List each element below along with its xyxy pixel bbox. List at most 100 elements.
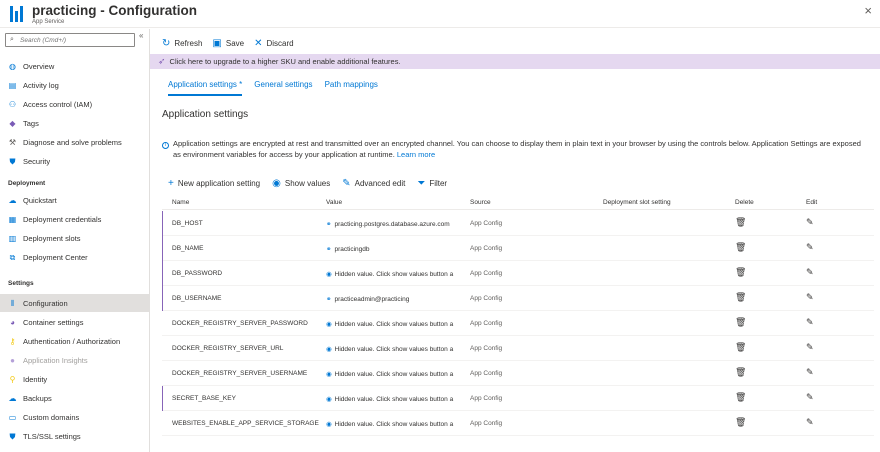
link-icon: ⚭	[326, 221, 332, 228]
setting-value-cell[interactable]: ◉ Hidden value. Click show values button …	[326, 345, 453, 353]
sidebar-item-tls-ssl-settings[interactable]: ⛊ TLS/SSL settings	[0, 427, 150, 445]
search-box[interactable]: ⌕	[5, 33, 135, 47]
tag-icon: ◆	[9, 118, 16, 128]
delete-icon[interactable]: 🗑	[735, 392, 746, 403]
edit-icon[interactable]: ✎	[806, 367, 814, 378]
delete-icon[interactable]: 🗑	[735, 292, 746, 303]
advanced-edit-button[interactable]: ✎ Advanced edit	[342, 178, 405, 189]
setting-name[interactable]: DOCKER_REGISTRY_SERVER_URL	[172, 345, 283, 352]
filter-label: Filter	[429, 179, 448, 188]
setting-value-cell[interactable]: ◉ Hidden value. Click show values button …	[326, 395, 453, 403]
edit-icon[interactable]: ✎	[806, 267, 814, 278]
show-values-label: Show values	[284, 179, 331, 188]
sidebar-item-access-control-iam[interactable]: ⚇ Access control (IAM)	[0, 95, 150, 113]
sidebar-item-overview[interactable]: ◍ Overview	[0, 57, 150, 75]
search-input[interactable]	[20, 35, 132, 45]
setting-value-cell[interactable]: ◉ Hidden value. Click show values button …	[326, 420, 453, 428]
col-slot-setting[interactable]: Deployment slot setting	[603, 199, 671, 206]
setting-name[interactable]: DB_NAME	[172, 245, 203, 252]
setting-value-cell[interactable]: ◉ Hidden value. Click show values button …	[326, 370, 453, 378]
edit-icon[interactable]: ✎	[806, 392, 814, 403]
page-title: practicing - Configuration	[32, 3, 197, 18]
sidebar-item-deployment-credentials[interactable]: ▦ Deployment credentials	[0, 210, 150, 228]
col-name[interactable]: Name	[172, 199, 189, 206]
sidebar-item-container-settings[interactable]: ◕ Container settings	[0, 313, 150, 331]
table-row[interactable]: DOCKER_REGISTRY_SERVER_URL ◉ Hidden value.…	[162, 336, 874, 361]
tab-general-settings[interactable]: General settings	[254, 80, 312, 96]
filter-button[interactable]: ⏷ Filter	[417, 178, 447, 189]
setting-value-cell[interactable]: ◉ Hidden value. Click show values button …	[326, 320, 453, 328]
setting-name[interactable]: WEBSITES_ENABLE_APP_SERVICE_STORAGE	[172, 420, 319, 427]
people-icon: ⚇	[8, 99, 17, 109]
setting-name[interactable]: DB_HOST	[172, 220, 203, 227]
sidebar-item-quickstart[interactable]: ☁ Quickstart	[0, 191, 150, 209]
col-value[interactable]: Value	[326, 199, 342, 206]
delete-icon[interactable]: 🗑	[735, 317, 746, 328]
discard-button[interactable]: ✕ Discard	[254, 38, 294, 49]
sidebar-item-custom-domains[interactable]: ▭ Custom domains	[0, 408, 150, 426]
table-row[interactable]: DOCKER_REGISTRY_SERVER_PASSWORD ◉ Hidden v…	[162, 311, 874, 336]
table-row[interactable]: DB_USERNAME ⚭ practiceadmin@practicing App …	[162, 286, 874, 311]
delete-icon[interactable]: 🗑	[735, 367, 746, 378]
setting-name[interactable]: DOCKER_REGISTRY_SERVER_USERNAME	[172, 370, 307, 377]
table-row[interactable]: SECRET_BASE_KEY ◉ Hidden value. Click show…	[162, 386, 874, 411]
sidebar-item-application-insights[interactable]: ● Application Insights	[0, 351, 150, 369]
sidebar-item-identity[interactable]: ⚲ Identity	[0, 370, 150, 388]
setting-value-cell[interactable]: ⚭ practicingdb	[326, 245, 370, 253]
delete-icon[interactable]: 🗑	[735, 242, 746, 253]
edit-icon[interactable]: ✎	[806, 217, 814, 228]
edit-icon[interactable]: ✎	[806, 342, 814, 353]
setting-name[interactable]: DOCKER_REGISTRY_SERVER_PASSWORD	[172, 320, 308, 327]
delete-icon[interactable]: 🗑	[735, 267, 746, 278]
table-row[interactable]: DOCKER_REGISTRY_SERVER_USERNAME ◉ Hidden v…	[162, 361, 874, 386]
edit-icon[interactable]: ✎	[806, 317, 814, 328]
sidebar-item-deployment-center[interactable]: ⧉ Deployment Center	[0, 248, 150, 266]
table-row[interactable]: WEBSITES_ENABLE_APP_SERVICE_STORAGE ◉ Hidd…	[162, 411, 874, 436]
save-icon: ▣	[212, 37, 222, 49]
refresh-button[interactable]: ↻ Refresh	[162, 38, 202, 49]
new-setting-button[interactable]: + New application setting	[168, 178, 260, 189]
edit-icon[interactable]: ✎	[806, 242, 814, 253]
show-values-button[interactable]: ◉ Show values	[272, 178, 330, 189]
sidebar-item-deployment-slots[interactable]: ▥ Deployment slots	[0, 229, 150, 247]
edit-icon[interactable]: ✎	[806, 417, 814, 428]
col-edit: Edit	[806, 199, 818, 206]
sidebar-item-tags[interactable]: ◆ Tags	[0, 114, 150, 132]
sidebar-item-backups[interactable]: ☁ Backups	[0, 389, 150, 407]
close-icon[interactable]: ×	[864, 3, 872, 18]
delete-icon[interactable]: 🗑	[735, 342, 746, 353]
filter-icon: ⏷	[417, 178, 426, 189]
setting-value-cell[interactable]: ⚭ practiceadmin@practicing	[326, 295, 409, 303]
col-source[interactable]: Source	[470, 199, 491, 206]
setting-value-cell[interactable]: ⚭ practicing.postgres.database.azure.com	[326, 220, 450, 228]
eye-icon: ◉	[326, 396, 332, 403]
table-row[interactable]: DB_NAME ⚭ practicingdb App Config 🗑 ✎	[162, 236, 874, 261]
sidebar-item-label: Authentication / Authorization	[23, 336, 121, 346]
sidebar-item-authentication-authorization[interactable]: ⚷ Authentication / Authorization	[0, 332, 150, 350]
setting-name[interactable]: DB_PASSWORD	[172, 270, 222, 277]
settings-actions: + New application setting ◉ Show values …	[168, 178, 447, 189]
setting-source: App Config	[470, 345, 503, 352]
wrench-icon: ⚒	[8, 137, 17, 147]
setting-value-cell[interactable]: ◉ Hidden value. Click show values button …	[326, 270, 453, 278]
delete-icon[interactable]: 🗑	[735, 217, 746, 228]
setting-name[interactable]: SECRET_BASE_KEY	[172, 395, 236, 402]
learn-more-link[interactable]: Learn more	[397, 150, 435, 159]
save-button[interactable]: ▣ Save	[212, 38, 244, 49]
sidebar-item-configuration[interactable]: ⦀ Configuration	[0, 294, 150, 312]
tab-path-mappings[interactable]: Path mappings	[325, 80, 378, 96]
delete-icon[interactable]: 🗑	[735, 417, 746, 428]
identity-icon: ⚲	[9, 374, 16, 384]
collapse-sidebar-icon[interactable]: «	[139, 31, 143, 40]
refresh-icon: ↻	[162, 37, 171, 49]
sidebar-item-security[interactable]: ⛊ Security	[0, 152, 150, 170]
page-subtitle: App Service	[32, 19, 65, 25]
upgrade-banner[interactable]: ➶ Click here to upgrade to a higher SKU …	[150, 54, 880, 69]
sidebar-item-diagnose-and-solve-problems[interactable]: ⚒ Diagnose and solve problems	[0, 133, 150, 151]
sidebar-item-activity-log[interactable]: ▤ Activity log	[0, 76, 150, 94]
setting-name[interactable]: DB_USERNAME	[172, 295, 221, 302]
table-row[interactable]: DB_HOST ⚭ practicing.postgres.database.azu…	[162, 211, 874, 236]
tab-application-settings[interactable]: Application settings *	[168, 80, 243, 96]
table-row[interactable]: DB_PASSWORD ◉ Hidden value. Click show val…	[162, 261, 874, 286]
edit-icon[interactable]: ✎	[806, 292, 814, 303]
